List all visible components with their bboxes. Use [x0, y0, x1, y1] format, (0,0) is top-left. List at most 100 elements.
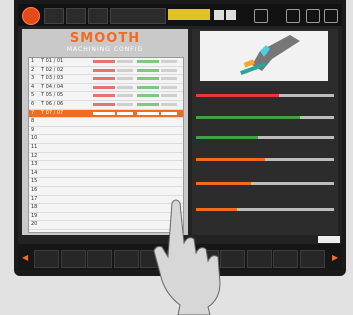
toolbar-cell-3[interactable]	[88, 8, 108, 24]
row-name: T 06 / 06	[41, 100, 64, 107]
row-number: 10	[31, 135, 38, 142]
row-value-bar	[137, 102, 159, 106]
slider-fill	[196, 136, 259, 139]
top-toolbar	[18, 4, 342, 26]
row-value-bar	[117, 77, 133, 81]
row-number: 6	[31, 100, 35, 107]
table-row[interactable]: 2 T 02 / 02	[29, 67, 183, 76]
slider-5[interactable]	[196, 173, 334, 189]
status-bar	[168, 9, 210, 20]
power-icon[interactable]	[22, 7, 40, 25]
row-value-bar	[117, 60, 133, 63]
tool-illustration	[200, 31, 328, 81]
table-row[interactable]: 1 T 01 / 01	[29, 58, 183, 67]
row-name: T 07 / 07	[41, 109, 64, 116]
slider-fill	[196, 158, 265, 161]
row-number: 15	[31, 178, 38, 185]
row-number: 20	[31, 221, 38, 228]
function-key-10[interactable]	[273, 250, 299, 268]
row-value-bar	[137, 68, 159, 72]
function-key-1[interactable]	[34, 250, 59, 268]
row-number: 1	[31, 58, 35, 64]
display-icon[interactable]	[286, 9, 300, 23]
row-value-bar	[117, 85, 133, 89]
slider-fill	[196, 182, 252, 185]
row-value-bar	[93, 77, 115, 81]
row-value-bar	[117, 102, 133, 106]
table-row[interactable]: 5 T 05 / 05	[29, 92, 183, 101]
row-number: 13	[31, 161, 38, 168]
table-row[interactable]: 6 T 06 / 06	[29, 101, 183, 110]
row-number: 3	[31, 75, 35, 82]
table-row[interactable]: 4 T 04 / 04	[29, 84, 183, 93]
slider-track[interactable]	[196, 158, 334, 161]
row-value-bar	[93, 68, 115, 72]
slider-track[interactable]	[196, 94, 334, 97]
table-row[interactable]: 8	[29, 118, 183, 127]
slider-4[interactable]	[196, 149, 334, 165]
function-key-9[interactable]	[246, 250, 272, 268]
row-value-bar	[93, 85, 115, 89]
row-number: 4	[31, 83, 35, 90]
row-value-bar	[93, 94, 115, 98]
status-box-2	[226, 10, 236, 20]
row-number: 5	[31, 92, 35, 99]
row-value-bar	[117, 111, 133, 115]
table-row[interactable]: 3 T 03 / 03	[29, 75, 183, 84]
menu-icon[interactable]	[324, 9, 338, 23]
row-value-bar	[137, 60, 159, 63]
row-value-bar	[161, 60, 177, 63]
row-number: 8	[31, 118, 35, 125]
row-number: 18	[31, 204, 38, 211]
toolbar-cell-1[interactable]	[44, 8, 64, 24]
row-name: T 02 / 02	[41, 66, 64, 73]
row-value-bar	[161, 68, 177, 72]
chevron-left-icon[interactable]: ◀	[22, 253, 28, 262]
toolbar-cell-4[interactable]	[110, 8, 166, 24]
status-box-1	[214, 10, 224, 20]
row-number: 19	[31, 212, 38, 219]
table-row[interactable]: 9	[29, 127, 183, 136]
row-name: T 05 / 05	[41, 92, 64, 99]
function-key-4[interactable]	[113, 250, 139, 268]
slider-track[interactable]	[196, 182, 334, 185]
row-value-bar	[137, 111, 159, 115]
table-row[interactable]: 7 T 07 / 07	[29, 109, 183, 119]
status-box	[318, 236, 340, 243]
row-value-bar	[137, 94, 159, 98]
slider-track[interactable]	[196, 116, 334, 119]
row-value-bar	[161, 94, 177, 98]
row-value-bar	[161, 111, 177, 115]
row-value-bar	[161, 85, 177, 89]
mode-icon[interactable]	[254, 9, 268, 23]
row-number: 14	[31, 169, 38, 176]
slider-track[interactable]	[196, 136, 334, 139]
row-number: 16	[31, 186, 38, 193]
table-row[interactable]: 15	[29, 178, 183, 187]
slider-1[interactable]	[196, 85, 334, 101]
row-value-bar	[117, 94, 133, 98]
row-name: T 01 / 01	[41, 58, 64, 64]
function-key-3[interactable]	[87, 250, 113, 268]
settings-icon[interactable]	[306, 9, 320, 23]
hand-icon	[153, 199, 221, 315]
table-row[interactable]: 13	[29, 161, 183, 170]
row-value-bar	[161, 102, 177, 106]
row-value-bar	[93, 111, 115, 115]
table-row[interactable]: 11	[29, 144, 183, 153]
row-value-bar	[93, 60, 115, 63]
row-name: T 03 / 03	[41, 75, 64, 82]
table-row[interactable]: 14	[29, 170, 183, 179]
function-key-2[interactable]	[60, 250, 86, 268]
tool-preview-image	[200, 31, 328, 81]
row-name: T 04 / 04	[41, 83, 64, 90]
slider-2[interactable]	[196, 107, 334, 123]
chevron-right-icon[interactable]: ▶	[332, 253, 338, 262]
row-value-bar	[137, 85, 159, 89]
toolbar-cell-2[interactable]	[66, 8, 86, 24]
table-row[interactable]: 10	[29, 135, 183, 144]
table-row[interactable]: 12	[29, 153, 183, 162]
row-number: 17	[31, 195, 38, 202]
slider-3[interactable]	[196, 127, 334, 143]
function-key-11[interactable]	[300, 250, 325, 268]
